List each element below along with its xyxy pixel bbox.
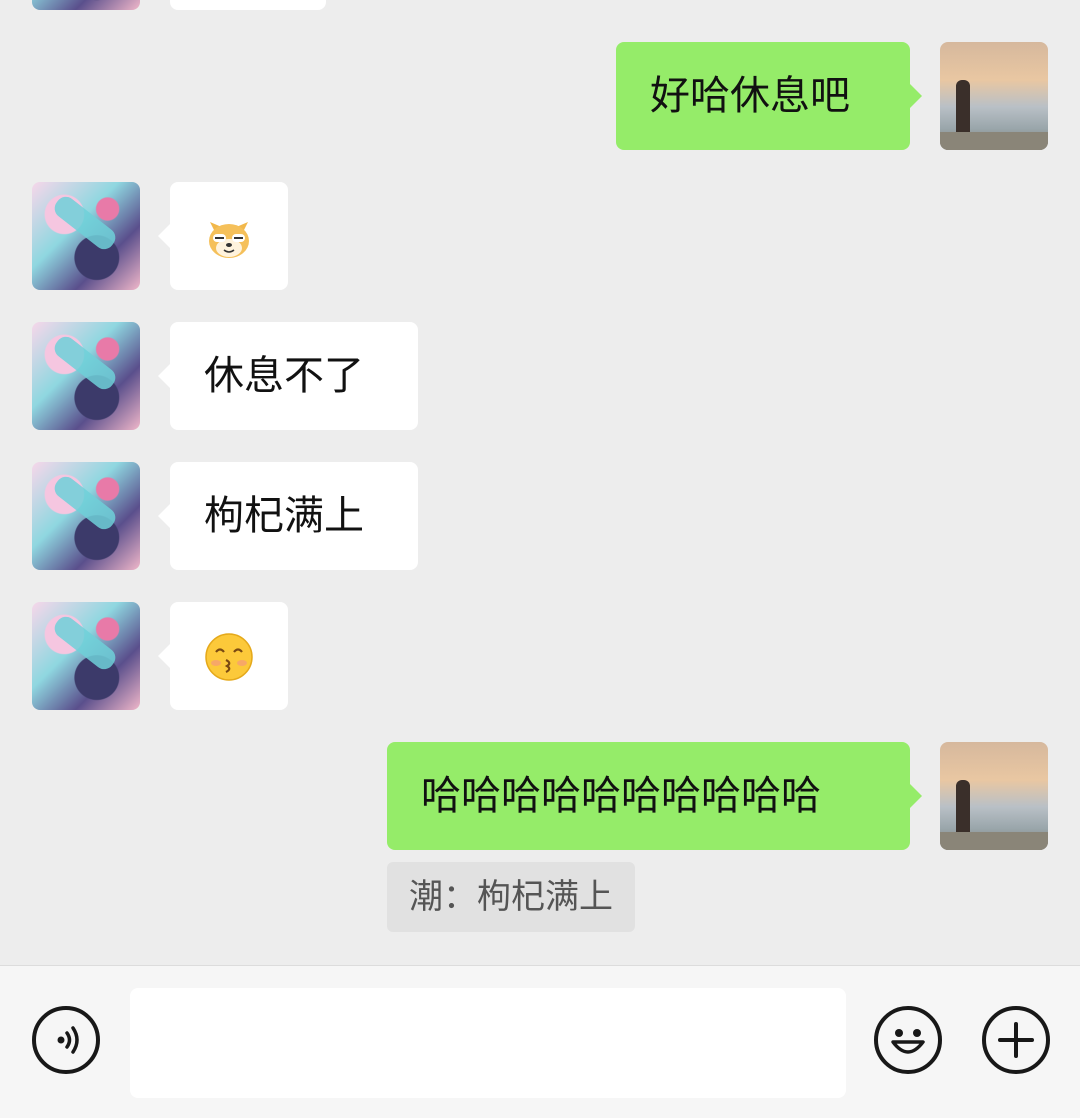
- message-text: 枸杞满上: [204, 493, 364, 539]
- doge-cat-emoji: [209, 222, 249, 258]
- quoted-message[interactable]: 潮：枸杞满上: [387, 862, 635, 932]
- chat-area: 好哈休息吧 休息不了 枸杞满上 哈哈哈哈哈哈哈哈哈哈 潮：枸杞满上: [0, 0, 1080, 965]
- contact-avatar[interactable]: [32, 182, 140, 290]
- contact-avatar[interactable]: [32, 322, 140, 430]
- message-input[interactable]: [130, 988, 846, 1098]
- more-button[interactable]: [982, 1006, 1050, 1074]
- message-bubble-incoming[interactable]: [158, 602, 288, 710]
- voice-icon: [57, 1026, 79, 1054]
- message-text: 好哈休息吧: [650, 73, 850, 119]
- my-avatar[interactable]: [940, 42, 1048, 150]
- message-bubble-incoming[interactable]: [158, 182, 288, 290]
- emoji-button[interactable]: [874, 1006, 942, 1074]
- contact-avatar[interactable]: [32, 462, 140, 570]
- voice-button[interactable]: [32, 1006, 100, 1074]
- message-text: 休息不了: [204, 353, 364, 399]
- message-bubble-partial[interactable]: [170, 0, 326, 10]
- message-bubble-outgoing[interactable]: 好哈休息吧: [616, 42, 922, 150]
- my-avatar[interactable]: [940, 742, 1048, 850]
- contact-avatar[interactable]: [32, 602, 140, 710]
- contact-avatar[interactable]: [32, 0, 140, 10]
- message-bubble-incoming[interactable]: 休息不了: [158, 322, 418, 430]
- kiss-face-emoji: [205, 633, 253, 681]
- smiley-icon: [891, 1029, 925, 1054]
- message-text: 哈哈哈哈哈哈哈哈哈哈: [421, 773, 821, 819]
- message-bubble-incoming[interactable]: 枸杞满上: [158, 462, 418, 570]
- input-bar: [0, 965, 1080, 1118]
- plus-icon: [998, 1022, 1034, 1058]
- message-bubble-outgoing[interactable]: 哈哈哈哈哈哈哈哈哈哈: [387, 742, 922, 850]
